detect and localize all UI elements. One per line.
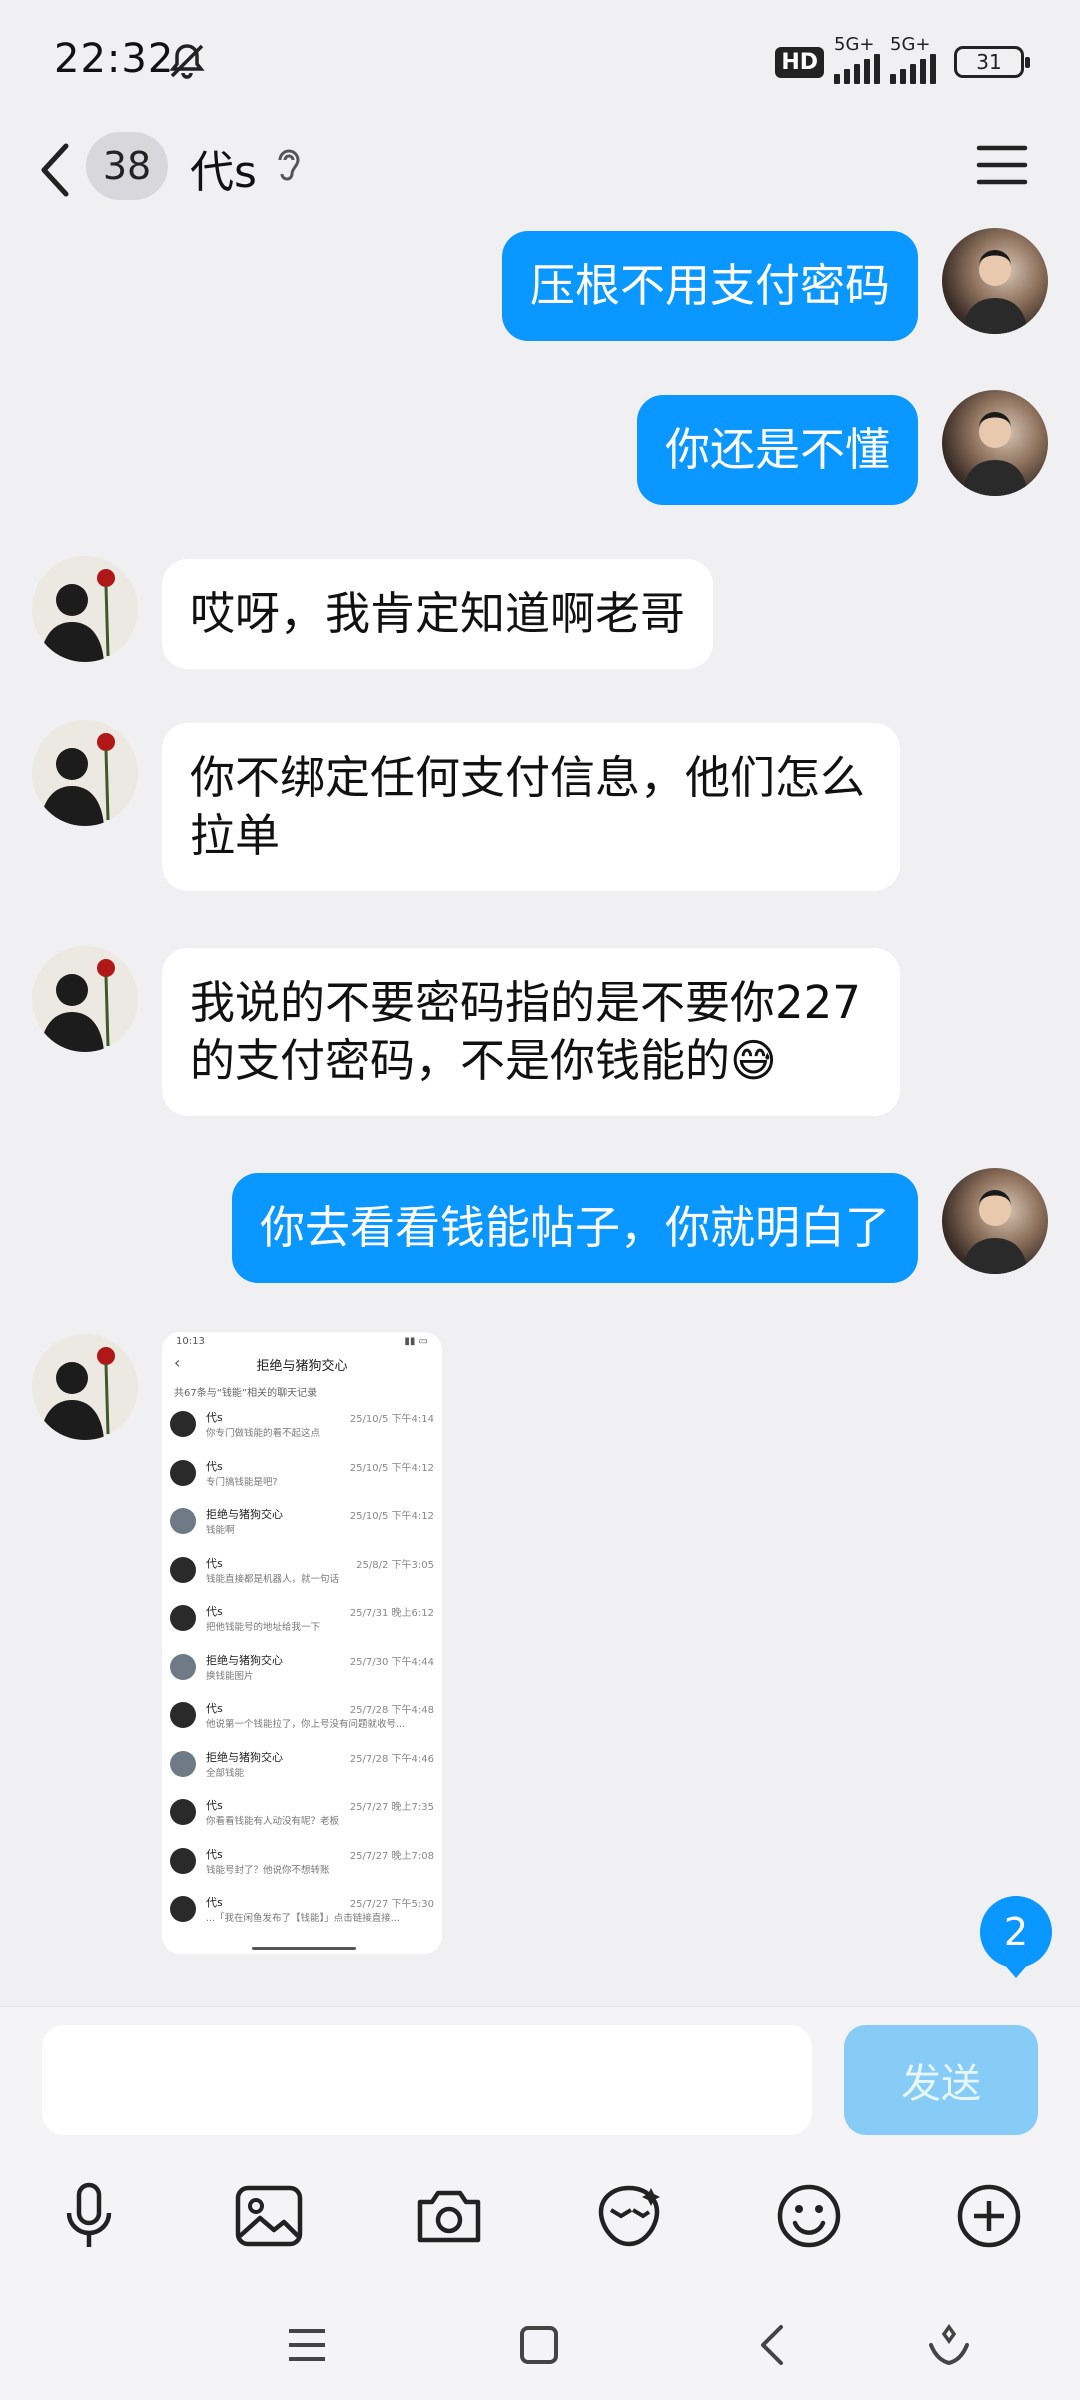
screenshot-row-avatar [170,1896,196,1922]
screenshot-row-preview: 钱能啊 [206,1525,235,1536]
screenshot-row-avatar [170,1750,196,1777]
screenshot-row-preview: 专门搞钱能是吧? [206,1476,278,1488]
home-icon[interactable] [504,2310,574,2380]
screenshot-row-time: 25/7/30 下午4:44 [349,1656,434,1668]
plus-icon[interactable] [944,2171,1034,2261]
signal-icon: 5G+ [890,34,936,84]
system-navigation-bar [0,2290,1080,2400]
contact-avatar[interactable] [32,556,138,662]
screenshot-history-row: 代s 25/10/5 下午4:14 你专门做钱能的看不起这点 [162,1403,442,1452]
message-bubble-incoming[interactable]: 哎呀，我肯定知道啊老哥 [162,559,714,669]
assistant-icon[interactable] [914,2310,984,2380]
contact-avatar[interactable] [32,946,138,1052]
screenshot-history-list: 代s 25/10/5 下午4:14 你专门做钱能的看不起这点 代s 25/10/5 下午… [162,1403,442,1937]
signal-icon: 5G+ [834,34,880,84]
screenshot-row-time: 25/7/28 下午4:46 [349,1753,434,1765]
camera-icon[interactable] [404,2171,494,2261]
screenshot-row-time: 25/8/2 下午3:05 [356,1559,434,1571]
screenshot-row-preview: 钱能号封了？他说你不想转账 [206,1864,330,1876]
screenshot-status-icons: ▮▮ ▭ [404,1336,428,1347]
contact-avatar[interactable] [32,1334,138,1440]
battery-level: 31 [976,50,1002,74]
self-avatar[interactable] [942,390,1048,496]
microphone-icon[interactable] [44,2171,134,2261]
screenshot-row-time: 25/10/5 下午4:12 [349,1462,434,1474]
screenshot-history-row: 拒绝与猪狗交心 25/7/28 下午4:46 全部钱能 [162,1743,442,1792]
mute-bell-icon [169,44,205,79]
screenshot-history-row: 代s 25/7/27 晚上7:35 你看看钱能有人动没有呢？老板 [162,1791,442,1840]
screenshot-row-avatar [170,1508,196,1534]
screenshot-row-time: 25/7/27 下午5:30 [349,1899,434,1910]
screenshot-row-avatar [170,1799,196,1825]
self-avatar[interactable] [942,228,1048,334]
message-bubble-outgoing[interactable]: 你还是不懂 [636,395,918,505]
emoji-icon[interactable] [764,2171,854,2261]
composer-toolbar [0,2171,1080,2271]
screenshot-status-bar: 10:13 ▮▮ ▭ [162,1332,442,1347]
message-input[interactable] [42,2025,812,2135]
screenshot-history-row: 代s 25/7/27 下午5:30 ...「我在闲鱼发布了【钱能】」点击链接直接..… [162,1888,442,1937]
screenshot-row-preview: 把他钱能号的地址给我一下 [206,1622,321,1633]
screenshot-row-time: 25/10/5 下午4:14 [349,1414,434,1425]
screenshot-history-row: 代s 25/7/31 晚上6:12 把他钱能号的地址给我一下 [162,1597,442,1646]
screenshot-history-row: 拒绝与猪狗交心 25/10/5 下午4:12 钱能啊 [162,1500,442,1549]
new-messages-badge[interactable]: 2 [980,1896,1052,1978]
ear-icon[interactable] [272,144,306,188]
screenshot-history-row: 代s 25/7/28 下午4:48 他说第一个钱能拉了，你上号没有问题就收号... [162,1694,442,1743]
screenshot-home-indicator [252,1947,356,1950]
signal-label: 5G+ [890,34,931,55]
screenshot-row-avatar [170,1847,196,1874]
screenshot-row-time: 25/7/27 晚上7:08 [349,1850,434,1862]
screenshot-history-row: 代s 25/10/5 下午4:12 专门搞钱能是吧? [162,1452,442,1501]
screenshot-row-time: 25/7/27 晚上7:35 [349,1802,434,1813]
hd-badge: HD [775,46,824,78]
screenshot-row-time: 25/7/31 晚上6:12 [349,1608,434,1619]
screenshot-subtitle: 共67条与“钱能”相关的聊天记录 [174,1388,318,1399]
screenshot-row-avatar [170,1411,196,1437]
status-bar: 22:32 HD 5G+ 5G+ 31 [0,0,1080,120]
menu-icon[interactable] [976,140,1028,190]
back-icon[interactable] [738,2310,808,2380]
menu-icon[interactable] [272,2310,342,2380]
screenshot-row-avatar [170,1653,196,1680]
screenshot-row-time: 25/7/28 下午4:48 [349,1705,434,1716]
screenshot-row-preview: 你看看钱能有人动没有呢？老板 [206,1816,340,1827]
screenshot-title-bar: ‹ 拒绝与猪狗交心 [162,1353,442,1374]
contact-avatar[interactable] [32,720,138,826]
send-button[interactable]: 发送 [844,2025,1038,2135]
screenshot-title: 拒绝与猪狗交心 [256,1359,348,1374]
message-bubble-incoming[interactable]: 你不绑定任何支付信息，他们怎么拉单 [162,723,900,891]
screenshot-row-preview: 全部钱能 [206,1767,245,1779]
message-bubble-outgoing[interactable]: 你去看看钱能帖子，你就明白了 [231,1173,918,1283]
screenshot-row-avatar [170,1459,196,1486]
battery-icon: 31 [954,46,1030,78]
screenshot-row-time: 25/10/5 下午4:12 [349,1511,434,1522]
screenshot-history-row: 代s 25/8/2 下午3:05 钱能直接都是机器人，就一句话 [162,1549,442,1598]
sticker-icon[interactable] [584,2171,674,2261]
status-indicators: HD 5G+ 5G+ 31 [775,34,1030,84]
screenshot-row-avatar [170,1702,196,1728]
image-message-screenshot[interactable]: 10:13 ▮▮ ▭ ‹ 拒绝与猪狗交心 共67条与“钱能”相关的聊天记录 代s… [162,1332,442,1954]
unread-count-badge[interactable]: 38 [86,132,168,200]
signal-label: 5G+ [834,34,875,55]
chat-header: 38 代s [0,120,1080,220]
self-avatar[interactable] [942,1168,1048,1274]
screenshot-row-avatar [170,1556,196,1583]
status-time: 22:32 [54,36,175,82]
message-bubble-incoming[interactable]: 我说的不要密码指的是不要你227的支付密码，不是你钱能的😅 [162,948,900,1116]
screenshot-row-preview: 他说第一个钱能拉了，你上号没有问题就收号... [206,1719,406,1730]
message-bubble-outgoing[interactable]: 压根不用支付密码 [501,231,918,341]
screenshot-time: 10:13 [176,1336,205,1347]
screenshot-history-row: 拒绝与猪狗交心 25/7/30 下午4:44 换钱能图片 [162,1646,442,1695]
screenshot-back-icon: ‹ [174,1353,181,1372]
chat-title[interactable]: 代s [190,136,257,200]
back-arrow-icon[interactable] [36,138,76,202]
screenshot-row-preview: 钱能直接都是机器人，就一句话 [206,1573,340,1585]
screenshot-row-preview: 你专门做钱能的看不起这点 [206,1428,321,1439]
screenshot-history-row: 代s 25/7/27 晚上7:08 钱能号封了？他说你不想转账 [162,1840,442,1889]
screenshot-row-preview: 换钱能图片 [206,1670,254,1682]
image-icon[interactable] [224,2171,314,2261]
screenshot-row-preview: ...「我在闲鱼发布了【钱能】」点击链接直接... [206,1913,400,1924]
screenshot-row-avatar [170,1605,196,1631]
